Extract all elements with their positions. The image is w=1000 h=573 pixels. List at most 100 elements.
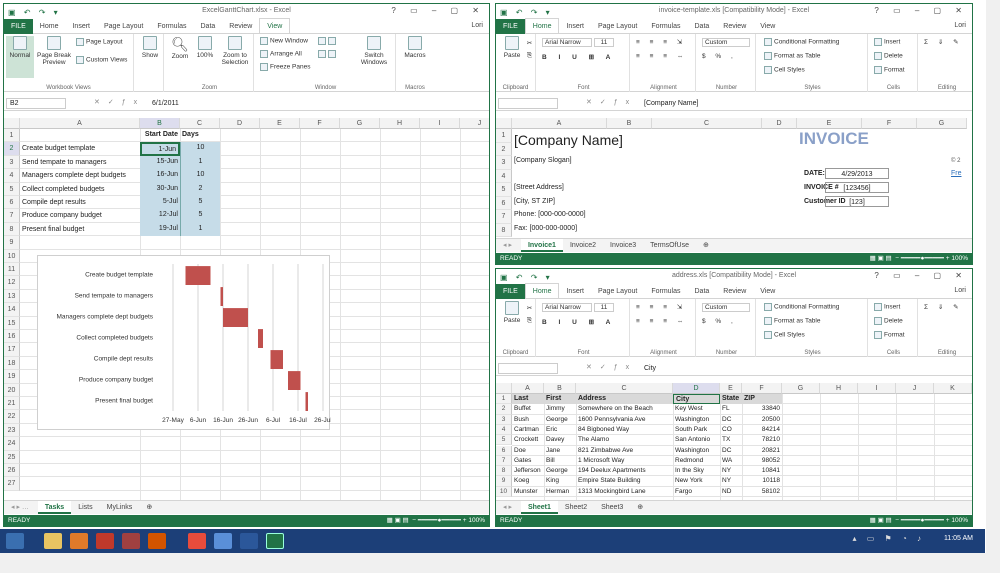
app-icon[interactable] [96, 533, 114, 549]
start-date-cell[interactable]: 5-Jul [140, 196, 180, 210]
header-cell[interactable]: Address [576, 394, 673, 405]
sheet-nav-arrows[interactable]: ◂ ▸ [496, 239, 519, 252]
table-cell[interactable]: Buffet [512, 404, 544, 414]
table-cell[interactable]: Herman [544, 487, 576, 497]
table-cell[interactable]: The Alamo [576, 435, 673, 445]
table-cell[interactable]: Jefferson [512, 466, 544, 476]
column-header[interactable]: D [673, 383, 720, 394]
row-header[interactable]: 2 [496, 142, 512, 156]
table-cell[interactable]: Empire State Building [576, 476, 673, 486]
column-header[interactable]: F [300, 118, 340, 129]
row-header[interactable]: 12 [4, 276, 20, 290]
row-header[interactable]: 4 [496, 169, 512, 183]
sheet-nav-arrows[interactable]: ◂ ▸ [496, 501, 519, 514]
row-header[interactable]: 4 [496, 424, 512, 436]
row-header[interactable]: 13 [4, 289, 20, 304]
header-cell[interactable]: ZIP [742, 394, 782, 405]
select-all-corner[interactable] [496, 118, 512, 129]
word-icon[interactable] [240, 533, 258, 549]
number-buttons[interactable]: $ % , [702, 53, 737, 60]
name-box[interactable] [498, 363, 558, 374]
system-clock[interactable]: 11:05 AM [944, 535, 973, 542]
clipboard-small-buttons[interactable]: ✂ ⎘ [524, 303, 535, 327]
header-start-date[interactable]: Start Date [140, 129, 180, 140]
row-header[interactable]: 6 [496, 196, 512, 210]
sheet-tab-invoice3[interactable]: Invoice3 [603, 239, 643, 252]
tab-data[interactable]: Data [194, 19, 223, 35]
formula-input[interactable]: City [644, 363, 656, 374]
table-cell[interactable]: Fargo [673, 487, 720, 497]
table-cell[interactable]: 20500 [742, 415, 782, 425]
zoom-control[interactable]: ▦ ▣ ▤ − ━━━━━●━━━━━ + 100% [870, 515, 968, 526]
user-name[interactable]: Lori [954, 18, 966, 34]
format-cells-button[interactable]: Format [874, 331, 905, 339]
free-link-edge[interactable]: Fre [949, 168, 964, 179]
tab-file[interactable]: FILE [4, 19, 33, 35]
sheet-tab-tasks[interactable]: Tasks [37, 501, 72, 514]
start-date-cell[interactable]: 15-Jun [140, 155, 180, 170]
days-cell[interactable]: 1 [180, 222, 220, 237]
sheet-tab-invoice1[interactable]: Invoice1 [520, 239, 563, 252]
row-header[interactable]: 14 [4, 303, 20, 317]
window-controls[interactable]: ? ▭ – ▢ ✕ [874, 269, 968, 283]
zoom-100-button[interactable]: 100% [194, 36, 216, 59]
column-header[interactable]: I [858, 383, 896, 394]
column-header[interactable]: A [20, 118, 140, 129]
table-cell[interactable]: Bill [544, 456, 576, 466]
row-header[interactable]: 21 [4, 397, 20, 411]
table-cell[interactable]: DC [720, 415, 742, 425]
chrome-icon[interactable] [188, 533, 206, 549]
font-name-select[interactable]: Arial Narrow [542, 303, 592, 312]
row-header[interactable]: 3 [496, 414, 512, 425]
formula-bar-buttons[interactable]: ✕✓ƒx [586, 363, 637, 371]
tab-file[interactable]: FILE [496, 19, 525, 35]
alignment-buttons-2[interactable]: ≡ ≡ ≡ ⇔ [636, 53, 687, 60]
table-cell[interactable]: Munster [512, 487, 544, 497]
tab-formulas[interactable]: Formulas [644, 19, 687, 35]
start-date-cell[interactable]: 16-Jun [140, 169, 180, 183]
header-cell[interactable]: First [544, 394, 576, 405]
arrange-all-button[interactable]: Arrange All [260, 50, 302, 58]
days-cell[interactable]: 5 [180, 209, 220, 223]
column-header[interactable]: G [782, 383, 820, 394]
hide-button[interactable] [318, 50, 338, 58]
row-header[interactable]: 3 [4, 155, 20, 170]
task-name-cell[interactable]: Send tempate to managers [20, 157, 140, 168]
clipboard-small-buttons[interactable]: ✂ ⎘ [524, 38, 535, 62]
add-sheet-button[interactable]: ⊕ [630, 501, 650, 514]
formula-input[interactable]: [Company Name] [644, 98, 698, 109]
tab-review[interactable]: Review [716, 19, 753, 35]
window-controls[interactable]: ? ▭ – ▢ ✕ [391, 4, 485, 18]
table-cell[interactable]: 58102 [742, 487, 782, 497]
table-cell[interactable]: 20821 [742, 446, 782, 456]
address-line-cell[interactable]: Phone: [000-000-0000] [512, 209, 588, 220]
row-header[interactable]: 5 [496, 183, 512, 197]
row-header[interactable]: 8 [496, 466, 512, 477]
table-cell[interactable]: San Antonio [673, 435, 720, 445]
row-header[interactable]: 26 [4, 464, 20, 478]
sheet-nav-arrows[interactable]: ◂ ▸ … [4, 501, 36, 514]
format-as-table-button[interactable]: Format as Table [764, 52, 820, 60]
header-cell[interactable]: Last [512, 394, 544, 405]
name-box[interactable] [498, 98, 558, 109]
alignment-buttons[interactable]: ≡ ≡ ≡ ⇲ [636, 38, 686, 46]
tab-home[interactable]: Home [33, 19, 66, 35]
row-header[interactable]: 17 [4, 343, 20, 357]
font-size-select[interactable]: 11 [594, 303, 614, 312]
normal-view-button[interactable]: Normal [6, 36, 34, 78]
column-header[interactable]: B [544, 383, 576, 394]
app2-icon[interactable] [148, 533, 166, 549]
insert-cells-button[interactable]: Insert [874, 303, 900, 311]
column-header[interactable]: I [420, 118, 460, 129]
select-all-corner[interactable] [496, 383, 512, 394]
column-header[interactable]: J [460, 118, 489, 129]
column-header[interactable]: F [862, 118, 917, 129]
zoom-control[interactable]: ▦ ▣ ▤ − ━━━━━●━━━━━ + 100% [870, 253, 968, 264]
invoice-number-cell[interactable]: [123456] [825, 182, 889, 193]
add-sheet-button[interactable]: ⊕ [139, 501, 159, 514]
tab-home[interactable]: Home [524, 18, 560, 35]
table-cell[interactable]: Key West [673, 404, 720, 414]
row-header[interactable]: 27 [4, 477, 20, 491]
table-cell[interactable]: 33840 [742, 404, 782, 414]
app3-icon[interactable] [214, 533, 232, 549]
